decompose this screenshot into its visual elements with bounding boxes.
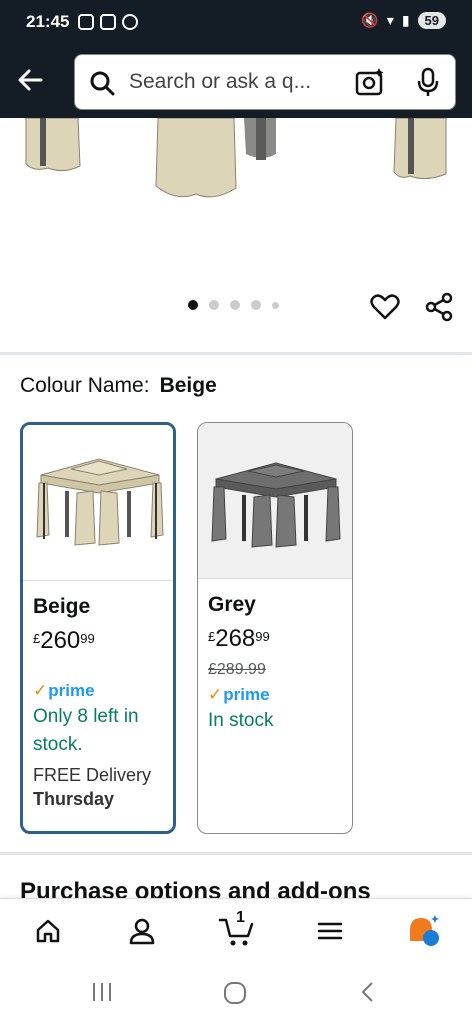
home-button-icon[interactable]: [222, 980, 248, 1006]
back-button[interactable]: [14, 64, 46, 96]
swatch-price: £26899: [208, 625, 342, 653]
carousel-dot[interactable]: [251, 300, 261, 310]
screenshot-icon: [78, 14, 94, 30]
price-fraction: 99: [255, 629, 270, 644]
wishlist-heart-icon[interactable]: [370, 292, 400, 322]
swatch-image: [198, 423, 352, 579]
app-notification-icon: [122, 14, 138, 30]
microphone-icon[interactable]: [415, 67, 441, 97]
swatch-beige[interactable]: Beige £26099 ✓ prime Only 8 left in stock…: [20, 422, 176, 834]
carousel-dots[interactable]: [188, 300, 279, 310]
swatch-name: Beige: [33, 595, 91, 618]
prime-badge: ✓ prime: [208, 685, 342, 705]
carousel-dot[interactable]: [209, 300, 219, 310]
carousel-dot[interactable]: [272, 301, 279, 309]
colour-name-row: Colour Name: Beige: [20, 374, 217, 398]
share-icon[interactable]: [424, 292, 454, 322]
prime-label: prime: [48, 681, 95, 700]
status-time: 21:45: [26, 12, 70, 31]
recent-apps-icon[interactable]: [90, 980, 114, 1004]
colour-value: Beige: [159, 374, 217, 397]
camera-search-icon[interactable]: [355, 67, 385, 97]
swatch-image: [23, 425, 173, 581]
prime-check-icon: ✓: [33, 681, 48, 700]
prime-badge: ✓ prime: [33, 681, 163, 701]
nav-account[interactable]: [124, 913, 160, 949]
gazebo-beige-image: [36, 458, 164, 546]
back-arrow-icon: [18, 69, 43, 91]
price-whole: 260: [40, 627, 81, 654]
swatch-price: £26099: [33, 627, 163, 655]
system-back-icon[interactable]: [356, 980, 380, 1004]
swatch-name: Grey: [208, 593, 256, 616]
swatch-grey[interactable]: Grey £26899 £289.99 ✓ prime In stock: [197, 422, 353, 834]
gazebo-grey-image: [211, 462, 341, 548]
product-page: 21:45 🔇 ▾ ▮ 59 Search or ask a q... Colo…: [0, 0, 472, 1024]
search-input[interactable]: Search or ask a q...: [74, 54, 456, 110]
nav-rufus-assistant[interactable]: [406, 913, 442, 949]
colour-label: Colour Name:: [20, 374, 150, 397]
stock-status: Only 8 left in stock.: [33, 706, 139, 755]
delivery-text: FREE Delivery: [33, 765, 152, 785]
assistant-icon: [410, 915, 439, 946]
price-whole: 268: [215, 625, 256, 652]
mute-icon: 🔇: [361, 12, 379, 28]
wifi-icon: ▾: [386, 12, 394, 28]
user-icon: [129, 918, 155, 945]
system-icons: 🔇 ▾ ▮ 59: [361, 12, 446, 29]
delivery-day: Thursday: [33, 789, 115, 809]
nav-cart[interactable]: 1: [218, 909, 254, 949]
home-icon: [36, 919, 60, 943]
bottom-navigation: 1: [0, 898, 472, 960]
section-divider: [0, 352, 472, 355]
system-navigation-bar: [0, 960, 472, 1024]
prime-label: prime: [223, 685, 270, 704]
search-placeholder: Search or ask a q...: [129, 70, 312, 93]
price-currency: £: [33, 631, 41, 646]
notification-icons: [78, 14, 138, 30]
stock-status: In stock: [208, 710, 274, 731]
menu-icon: [317, 922, 343, 940]
carousel-dot[interactable]: [230, 300, 240, 310]
app-header: Search or ask a q...: [0, 46, 472, 118]
section-divider: [0, 852, 472, 855]
signal-icon: ▮: [401, 12, 410, 28]
search-icon: [90, 71, 115, 96]
nav-menu[interactable]: [312, 913, 348, 949]
instagram-icon: [100, 14, 116, 30]
price-fraction: 99: [80, 631, 95, 646]
was-price: £289.99: [208, 661, 266, 678]
product-image: [25, 118, 447, 198]
nav-home[interactable]: [30, 913, 66, 949]
price-currency: £: [208, 629, 216, 644]
prime-check-icon: ✓: [208, 685, 223, 704]
carousel-dot[interactable]: [188, 300, 198, 310]
status-bar: 21:45 🔇 ▾ ▮ 59: [0, 0, 472, 46]
product-image-carousel[interactable]: [0, 118, 472, 353]
battery-indicator: 59: [417, 12, 446, 29]
cart-count: 1: [236, 909, 245, 926]
